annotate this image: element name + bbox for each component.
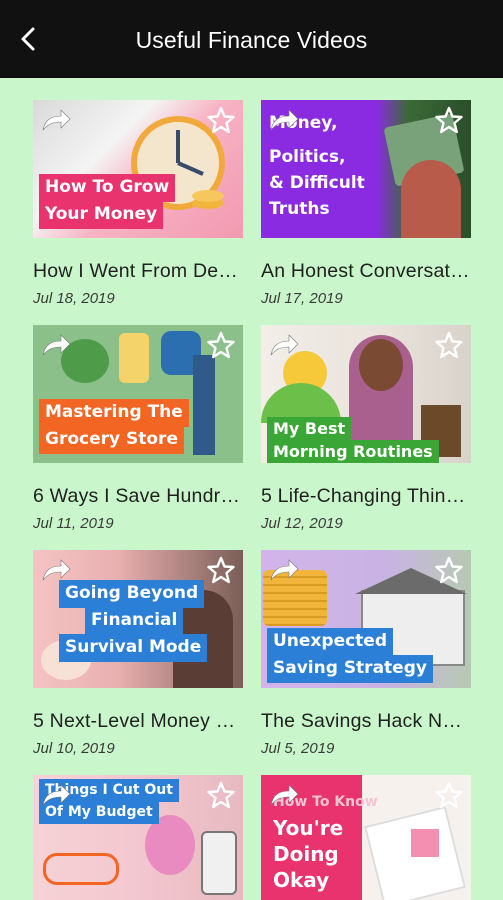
share-arrow-icon[interactable] (39, 781, 73, 809)
video-thumbnail[interactable]: How To Know You're Doing Okay (261, 775, 471, 900)
share-arrow-icon[interactable] (267, 331, 301, 359)
star-outline-icon[interactable] (435, 556, 463, 584)
person-illustration (401, 160, 461, 238)
video-thumbnail[interactable]: Going Beyond Financial Survival Mode (33, 550, 243, 688)
star-outline-icon[interactable] (435, 781, 463, 809)
video-thumbnail[interactable]: My Best Morning Routines (261, 325, 471, 463)
phone-illustration (201, 831, 237, 895)
face-illustration (359, 339, 403, 391)
thumbnail-caption-line: Mastering The (39, 399, 189, 427)
video-date: Jul 18, 2019 (33, 290, 115, 307)
app-bar: Useful Finance Videos (0, 0, 503, 78)
thumbnail-caption-line: Okay (273, 868, 330, 892)
star-outline-icon[interactable] (207, 781, 235, 809)
video-thumbnail[interactable]: Money, Politics, & Difficult Truths (261, 100, 471, 238)
thumbnail-caption-line: Going Beyond (59, 580, 205, 608)
video-date: Jul 17, 2019 (261, 290, 343, 307)
thumbnail-caption-line: My Best (267, 417, 352, 442)
video-title[interactable]: 5 Life-Changing Things I Do Every Mornin… (261, 485, 471, 508)
thumbnail-caption-line: Financial (85, 607, 184, 635)
video-title[interactable]: 6 Ways I Save Hundreds on Groceries (33, 485, 243, 508)
star-outline-icon[interactable] (207, 106, 235, 134)
thumbnail-caption-line: Doing (273, 842, 339, 866)
video-date: Jul 5, 2019 (261, 740, 335, 757)
video-title[interactable]: The Savings Hack Nobody Talks About (261, 710, 471, 733)
star-outline-icon[interactable] (207, 556, 235, 584)
sticky-note-illustration (411, 829, 439, 857)
video-grid: How To Grow Your Money How I Went From D… (0, 78, 503, 900)
video-title[interactable]: 5 Next-Level Money Habits (33, 710, 243, 733)
thumbnail-caption-line: & Difficult (269, 173, 365, 193)
share-arrow-icon[interactable] (39, 331, 73, 359)
video-date: Jul 12, 2019 (261, 515, 343, 532)
star-outline-icon[interactable] (207, 331, 235, 359)
video-thumbnail[interactable]: How To Grow Your Money (33, 100, 243, 238)
person-illustration (193, 355, 215, 455)
thumbnail-caption-line: Your Money (39, 201, 164, 229)
thumbnail-caption-line: Morning Routines (267, 440, 439, 463)
share-arrow-icon[interactable] (267, 556, 301, 584)
share-arrow-icon[interactable] (267, 106, 301, 134)
star-outline-icon[interactable] (435, 331, 463, 359)
scissors-illustration (43, 853, 119, 885)
bag-illustration (119, 333, 149, 383)
thumbnail-caption-line: How To Grow (39, 174, 176, 202)
video-title[interactable]: How I Went From Debt to Savings (33, 260, 243, 283)
thumbnail-caption-line: Truths (269, 199, 330, 219)
flowers-illustration (145, 815, 195, 875)
page-title: Useful Finance Videos (135, 27, 368, 53)
video-thumbnail[interactable]: Unexpected Saving Strategy (261, 550, 471, 688)
video-date: Jul 10, 2019 (33, 740, 115, 757)
thumbnail-caption-line: Saving Strategy (267, 655, 433, 683)
share-arrow-icon[interactable] (267, 781, 301, 809)
thumbnail-caption-line: Survival Mode (59, 634, 208, 662)
share-arrow-icon[interactable] (39, 556, 73, 584)
star-outline-icon[interactable] (435, 106, 463, 134)
share-arrow-icon[interactable] (39, 106, 73, 134)
video-thumbnail[interactable]: Mastering The Grocery Store (33, 325, 243, 463)
video-date: Jul 11, 2019 (33, 515, 114, 532)
thumbnail-caption-line: Unexpected (267, 628, 394, 656)
thumbnail-caption-line: Grocery Store (39, 426, 184, 454)
video-thumbnail[interactable]: Things I Cut Out Of My Budget (33, 775, 243, 900)
thumbnail-caption-line: Politics, (269, 147, 346, 167)
video-title[interactable]: An Honest Conversation About Money (261, 260, 471, 283)
thumbnail-caption-line: You're (273, 816, 344, 840)
